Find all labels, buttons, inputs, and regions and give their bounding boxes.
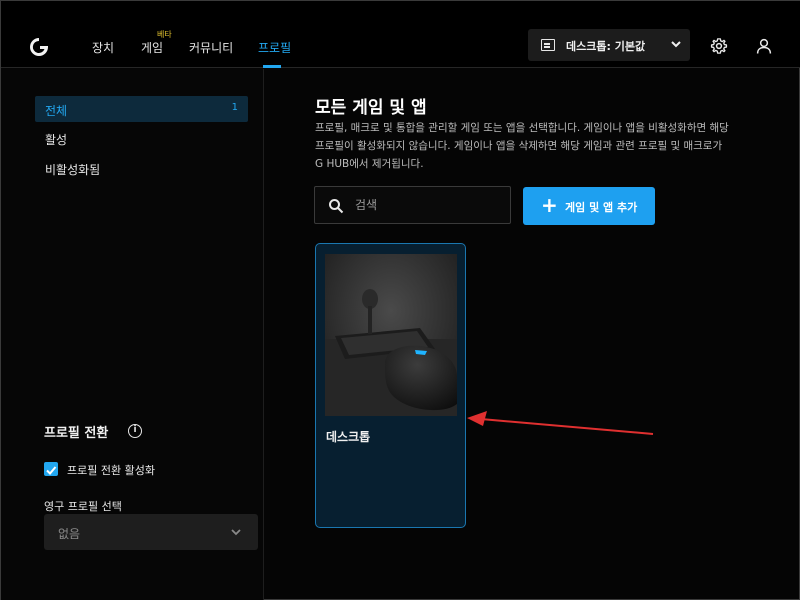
page-description: 프로필, 매크로 및 통합을 관리할 게임 또는 앱을 선택합니다. 게임이나 …	[315, 119, 755, 173]
add-game-app-label: 게임 및 앱 추가	[565, 201, 638, 214]
profile-switch-checkbox[interactable]	[44, 462, 58, 476]
active-profile-label: 데스크톱: 기본값	[566, 40, 646, 53]
chevron-down-icon	[231, 529, 241, 536]
permanent-profile-value: 없음	[58, 527, 81, 541]
sidebar-item-count: 1	[231, 102, 238, 113]
gear-icon[interactable]	[710, 37, 728, 55]
chevron-down-icon	[671, 41, 681, 48]
info-icon[interactable]: i	[128, 424, 142, 438]
logitech-g-logo-icon[interactable]	[28, 36, 50, 58]
top-bar: 장치 베타 게임 커뮤니티 프로필 데스크톱: 기본값	[1, 1, 800, 68]
sidebar-item-label: 비활성화됨	[45, 163, 101, 177]
nav-devices[interactable]: 장치	[92, 39, 114, 56]
sidebar-item-active[interactable]: 활성	[35, 125, 248, 151]
sidebar-item-disabled[interactable]: 비활성화됨	[35, 155, 248, 181]
search-icon	[329, 199, 344, 214]
add-game-app-button[interactable]: + 게임 및 앱 추가	[523, 187, 655, 225]
permanent-profile-dropdown[interactable]: 없음	[44, 514, 258, 550]
permanent-profile-label: 영구 프로필 선택	[44, 500, 122, 513]
nav-community[interactable]: 커뮤니티	[189, 39, 233, 56]
desktop-thumbnail-image	[325, 254, 457, 416]
description-line: 프로필이 활성화되지 않습니다. 게임이나 앱을 삭제하면 해당 게임과 관련 …	[315, 140, 723, 152]
profile-switch-title: 프로필 전환	[44, 426, 109, 441]
search-input[interactable]	[355, 196, 495, 214]
active-nav-indicator	[263, 65, 281, 68]
nav-profiles[interactable]: 프로필	[258, 39, 291, 56]
sidebar-item-all[interactable]: 전체 1	[35, 96, 248, 122]
checkmark-icon	[46, 466, 57, 475]
game-card-thumbnail	[325, 254, 457, 416]
profile-switch-checkbox-label: 프로필 전환 활성화	[67, 464, 155, 477]
game-card-desktop[interactable]: 데스크톱	[315, 243, 466, 528]
user-icon[interactable]	[755, 37, 773, 55]
page-title: 모든 게임 및 앱	[315, 98, 427, 118]
profile-list-icon	[541, 39, 555, 51]
sidebar-item-label: 전체	[45, 104, 68, 118]
search-box[interactable]	[314, 186, 511, 224]
plus-icon: +	[541, 193, 558, 217]
description-line: 프로필, 매크로 및 통합을 관리할 게임 또는 앱을 선택합니다. 게임이나 …	[315, 122, 729, 134]
sidebar-item-label: 활성	[45, 133, 68, 147]
active-profile-selector[interactable]: 데스크톱: 기본값	[528, 29, 690, 61]
game-card-name: 데스크톱	[326, 430, 371, 444]
nav-games[interactable]: 게임	[141, 39, 163, 56]
annotation-arrow-icon	[467, 411, 654, 435]
app-window: — □ ✕ 장치 베타 게임 커뮤니티 프로필 데스크톱: 기본값	[0, 0, 800, 600]
description-line: G HUB에서 제거됩니다.	[315, 158, 424, 170]
